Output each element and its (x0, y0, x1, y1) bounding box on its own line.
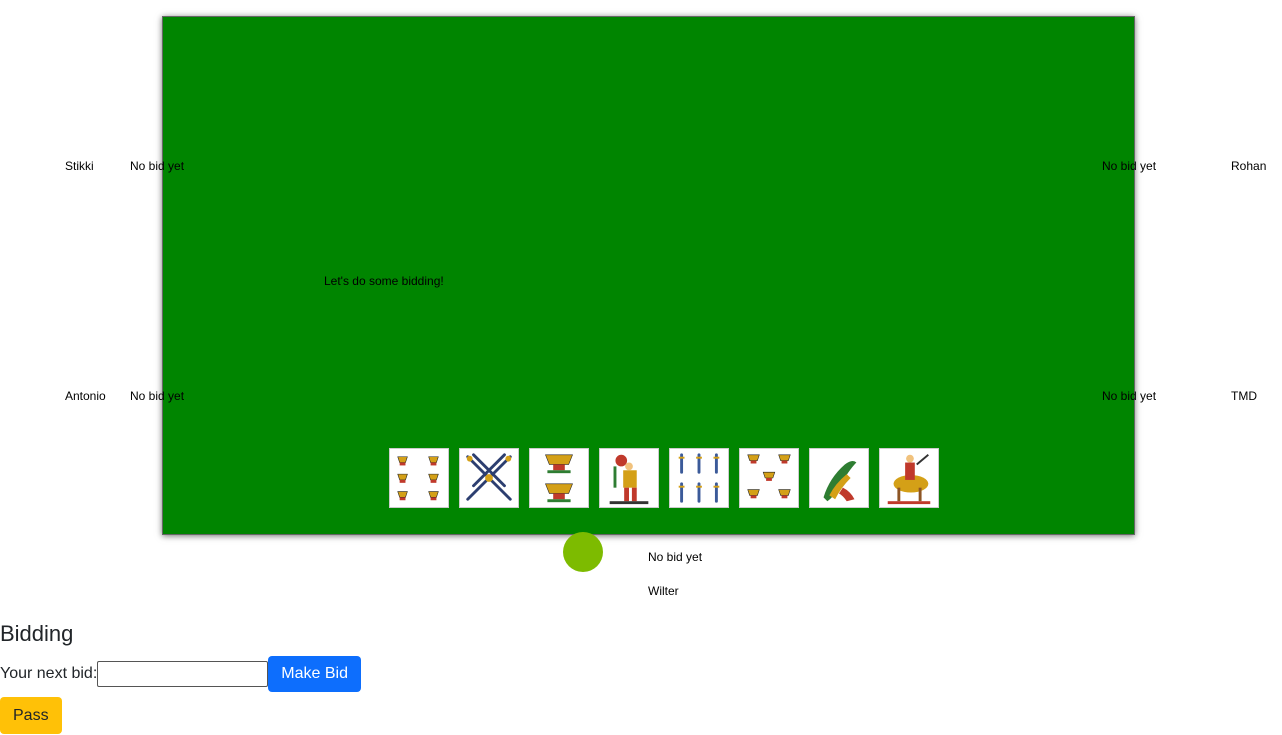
player-name-stikki: Stikki (65, 159, 94, 173)
cups-six-card[interactable] (389, 448, 449, 508)
jack-card[interactable] (599, 448, 659, 508)
player-bid-stikki: No bid yet (130, 159, 185, 173)
player-hand (389, 448, 939, 508)
player-bid-antonio: No bid yet (130, 389, 185, 403)
player-name-tmd: TMD (1231, 389, 1257, 403)
cups-two-card[interactable] (529, 448, 589, 508)
swords-six-card[interactable] (669, 448, 729, 508)
player-name-rohan: Rohan (1231, 159, 1267, 173)
bid-input[interactable] (97, 661, 269, 687)
dealer-chip (563, 532, 603, 572)
player-name-antonio: Antonio (65, 389, 106, 403)
player-bid-rohan: No bid yet (1102, 159, 1157, 173)
bid-label: Your next bid: (0, 665, 98, 682)
player-name-wilter: Wilter (648, 584, 679, 598)
player-bid-tmd: No bid yet (1102, 389, 1157, 403)
bidding-heading: Bidding (0, 621, 74, 646)
swords-four-card[interactable] (459, 448, 519, 508)
bid-form: Your next bid: Make Bid (0, 656, 361, 692)
cups-five-card[interactable] (739, 448, 799, 508)
player-bid-wilter: No bid yet (648, 550, 703, 564)
make-bid-button[interactable]: Make Bid (268, 656, 361, 692)
table-message: Let's do some bidding! (324, 274, 444, 288)
king-card[interactable] (879, 448, 939, 508)
pass-button[interactable]: Pass (0, 697, 62, 734)
clubs-ace-card[interactable] (809, 448, 869, 508)
